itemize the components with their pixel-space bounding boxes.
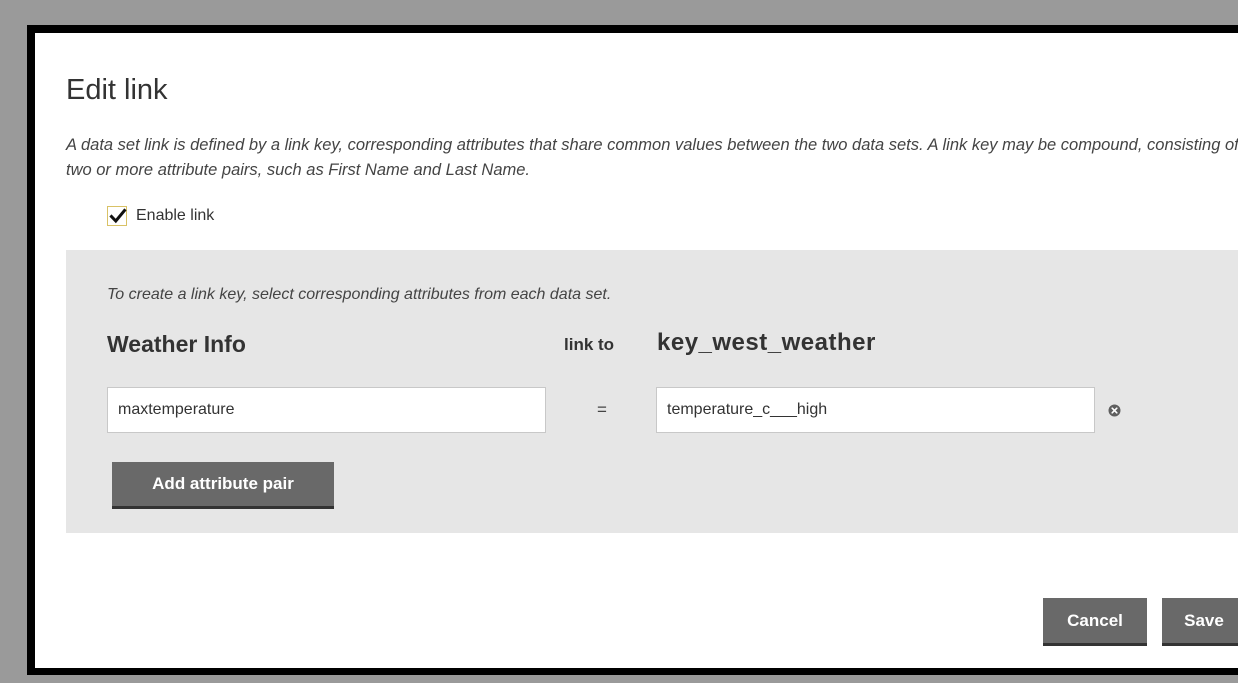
link-key-hint: To create a link key, select correspondi… xyxy=(107,286,612,303)
dialog-body: Edit link A data set link is defined by … xyxy=(35,33,1238,668)
enable-link-checkbox[interactable] xyxy=(107,206,127,226)
edit-link-dialog: Edit link A data set link is defined by … xyxy=(27,25,1238,675)
cancel-button[interactable]: Cancel xyxy=(1043,598,1147,646)
save-button[interactable]: Save xyxy=(1162,598,1238,646)
equals-sign: = xyxy=(597,400,607,419)
dialog-description: A data set link is defined by a link key… xyxy=(66,136,1238,179)
right-dataset-name: key_west_weather xyxy=(657,329,876,356)
circle-x-icon[interactable] xyxy=(1108,404,1121,417)
link-key-panel: To create a link key, select correspondi… xyxy=(66,250,1238,533)
checkmark-icon xyxy=(109,208,127,224)
left-dataset-name: Weather Info xyxy=(107,331,246,357)
enable-link-row[interactable]: Enable link xyxy=(107,206,214,226)
enable-link-label: Enable link xyxy=(136,207,215,224)
link-to-label: link to xyxy=(564,335,615,354)
dialog-title: Edit link xyxy=(66,74,168,106)
left-attribute-field[interactable]: maxtemperature xyxy=(107,387,546,433)
right-attribute-field[interactable]: temperature_c___high xyxy=(656,387,1095,433)
add-attribute-pair-button[interactable]: Add attribute pair xyxy=(112,462,334,509)
